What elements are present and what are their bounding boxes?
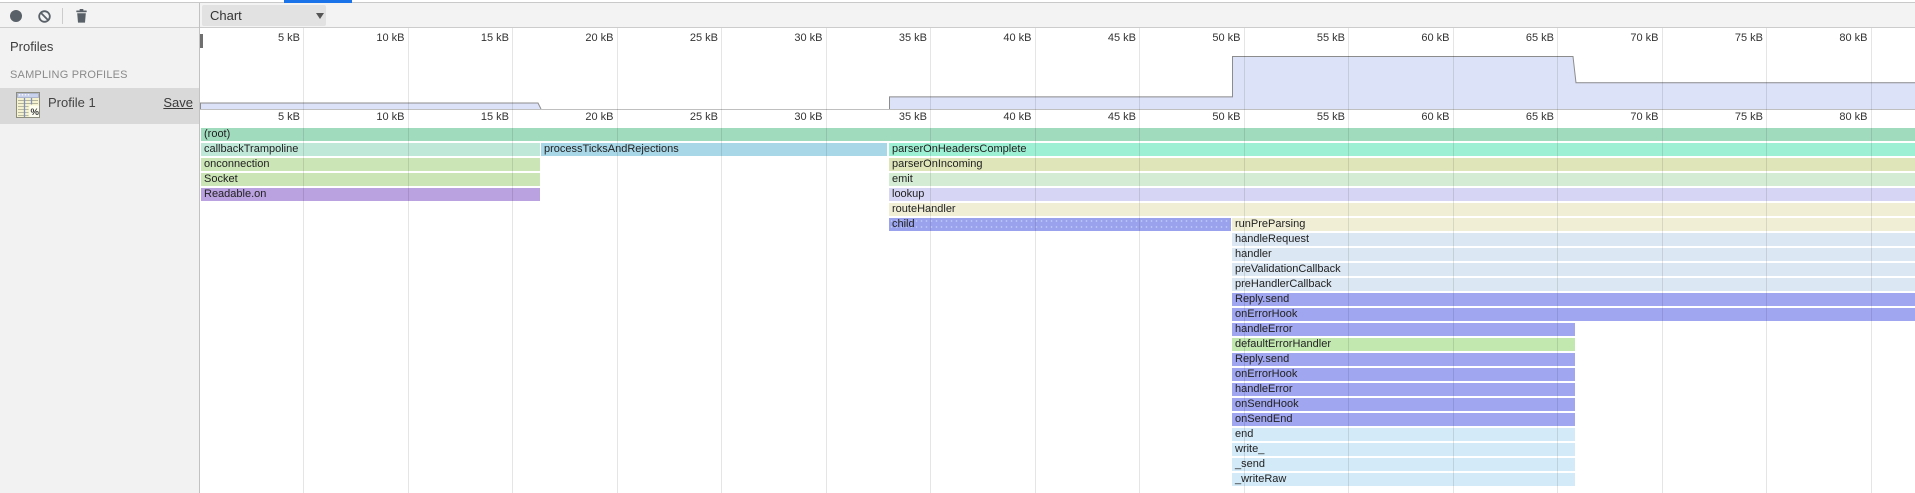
svg-text:%: % [31, 107, 40, 118]
